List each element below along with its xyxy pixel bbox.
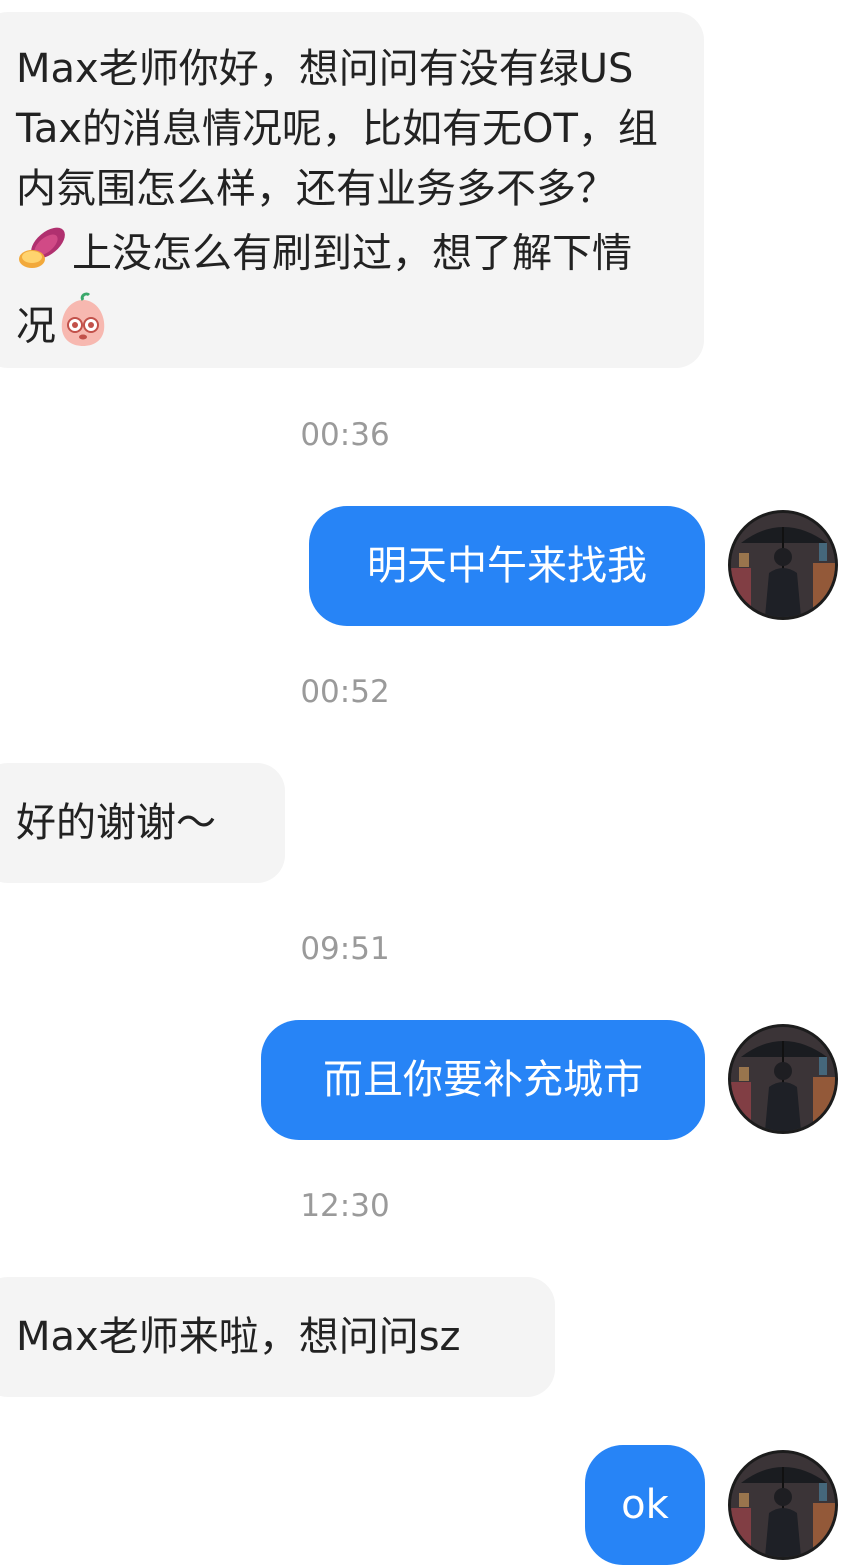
message-text: 好的谢谢～ bbox=[16, 800, 216, 846]
timestamp: 00:52 bbox=[300, 674, 390, 710]
peach-face-icon bbox=[56, 292, 110, 365]
message-bubble-outgoing[interactable]: ok bbox=[585, 1445, 705, 1565]
avatar[interactable] bbox=[728, 510, 838, 620]
message-text: ok bbox=[621, 1482, 669, 1528]
timestamp: 12:30 bbox=[300, 1188, 390, 1224]
message-bubble-outgoing[interactable]: 明天中午来找我 bbox=[309, 506, 705, 626]
avatar-image bbox=[731, 1027, 835, 1131]
message-text: Max老师你好，想问问有没有绿US Tax的消息情况呢，比如有无OT，组内氛围怎… bbox=[16, 46, 658, 212]
sweet-potato-icon bbox=[16, 219, 72, 292]
message-text: Max老师来啦，想问问sz bbox=[16, 1314, 461, 1360]
avatar[interactable] bbox=[728, 1024, 838, 1134]
timestamp: 09:51 bbox=[300, 931, 390, 967]
message-bubble-incoming[interactable]: Max老师来啦，想问问sz bbox=[0, 1277, 555, 1397]
message-text: 明天中午来找我 bbox=[367, 543, 647, 589]
message-bubble-incoming[interactable]: 好的谢谢～ bbox=[0, 763, 285, 883]
avatar-image bbox=[731, 513, 835, 617]
timestamp: 00:36 bbox=[300, 417, 390, 453]
avatar-image bbox=[731, 1453, 835, 1557]
message-bubble-incoming[interactable]: Max老师你好，想问问有没有绿US Tax的消息情况呢，比如有无OT，组内氛围怎… bbox=[0, 12, 704, 368]
message-bubble-outgoing[interactable]: 而且你要补充城市 bbox=[261, 1020, 705, 1140]
message-text: 而且你要补充城市 bbox=[323, 1057, 643, 1103]
avatar[interactable] bbox=[728, 1450, 838, 1560]
